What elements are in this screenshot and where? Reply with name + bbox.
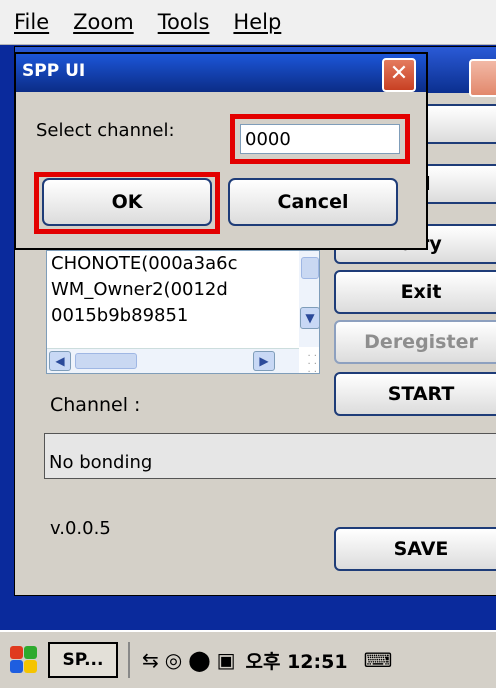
main-window-close-button[interactable]	[469, 59, 496, 97]
scroll-thumb[interactable]	[301, 257, 319, 279]
windows-start-icon[interactable]	[8, 644, 40, 676]
taskbar: SP... ⇆ ◎ ⬤ ▣ 오후 12:51 ⌨	[0, 630, 496, 688]
menu-help[interactable]: Help	[233, 10, 281, 34]
scroll-down-arrow-icon[interactable]: ▼	[300, 307, 319, 329]
bluetooth-icon[interactable]: ⬤	[188, 648, 210, 672]
menu-tools[interactable]: Tools	[158, 10, 210, 34]
deregister-button: Deregister	[334, 320, 496, 364]
channel-input[interactable]	[240, 124, 400, 154]
status-field: No bonding	[44, 433, 496, 479]
cancel-button[interactable]: Cancel	[228, 178, 398, 226]
system-tray: ⇆ ◎ ⬤ ▣ 오후 12:51 ⌨	[128, 642, 392, 678]
list-item[interactable]: WM_Owner2(0012d	[47, 277, 319, 303]
clock[interactable]: 오후 12:51	[246, 647, 348, 674]
dialog-close-icon[interactable]: ✕	[382, 58, 416, 92]
list-item[interactable]: CHONOTE(000a3a6c	[47, 251, 319, 277]
dialog-title: SPP UI	[22, 61, 86, 81]
taskbar-app-button[interactable]: SP...	[48, 642, 118, 678]
horizontal-scroll-thumb[interactable]	[75, 353, 137, 369]
save-button[interactable]: SAVE	[334, 527, 496, 571]
start-button[interactable]: START	[334, 372, 496, 416]
menu-file[interactable]: File	[14, 10, 49, 34]
device-list[interactable]: CHONOTE(000a3a6c WM_Owner2(0012d 0015b9b…	[46, 250, 320, 374]
resize-grip-icon: · · · · · ·	[307, 351, 317, 374]
input-icon[interactable]: ▣	[217, 648, 236, 672]
tray-divider	[128, 642, 130, 678]
network-icon[interactable]: ◎	[165, 648, 182, 672]
keyboard-icon[interactable]: ⌨	[364, 648, 393, 672]
menu-bar: File Zoom Tools Help	[0, 0, 496, 45]
dialog-titlebar: SPP UI ✕	[16, 54, 426, 92]
vertical-scrollbar[interactable]: ▼	[299, 251, 319, 347]
connection-icon[interactable]: ⇆	[142, 648, 159, 672]
menu-zoom[interactable]: Zoom	[73, 10, 134, 34]
select-channel-label: Select channel:	[36, 120, 175, 141]
exit-button[interactable]: Exit	[334, 270, 496, 314]
horizontal-scrollbar[interactable]: ◀ ▶	[47, 348, 299, 373]
scroll-left-arrow-icon[interactable]: ◀	[49, 351, 71, 371]
version-label: v.0.0.5	[50, 518, 111, 539]
list-item[interactable]: 0015b9b89851	[47, 303, 319, 329]
ok-button[interactable]: OK	[42, 178, 212, 226]
scroll-right-arrow-icon[interactable]: ▶	[253, 351, 275, 371]
select-channel-dialog: SPP UI ✕ Select channel: OK Cancel	[14, 52, 428, 250]
channel-label: Channel :	[50, 394, 141, 416]
